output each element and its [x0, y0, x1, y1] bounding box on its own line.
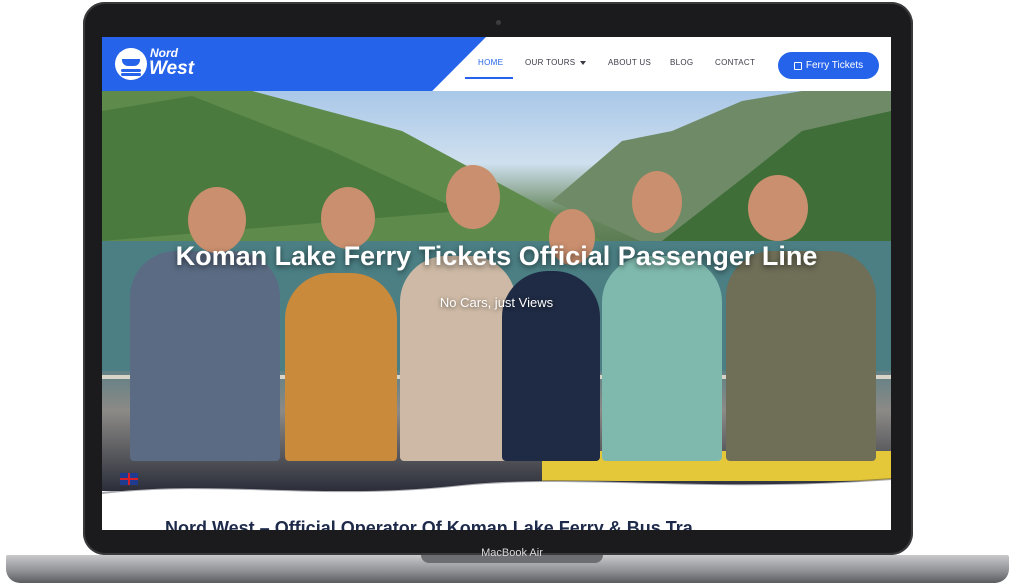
- person-head: [632, 171, 682, 233]
- person-figure: [602, 256, 722, 461]
- device-label: MacBook Air: [481, 547, 543, 559]
- camera-dot: [496, 20, 501, 25]
- nav-our-tours-label: OUR TOURS: [525, 58, 576, 67]
- person-figure: [130, 251, 280, 461]
- ferry-tickets-button[interactable]: Ferry Tickets: [778, 52, 879, 79]
- person-figure: [726, 251, 876, 461]
- hero-subtitle: No Cars, just Views: [439, 295, 554, 310]
- person-figure: [400, 256, 516, 461]
- nav-home[interactable]: HOME: [478, 58, 503, 67]
- hero-wave-divider: [102, 478, 891, 511]
- nav-active-indicator: [465, 77, 513, 79]
- nav-our-tours[interactable]: OUR TOURS: [525, 58, 587, 67]
- nav-blog[interactable]: BLOG: [670, 58, 693, 67]
- nav-about-us[interactable]: ABOUT US: [608, 58, 651, 67]
- chevron-down-icon: [580, 60, 587, 65]
- hero-banner: Koman Lake Ferry Tickets Official Passen…: [102, 91, 891, 491]
- ferry-tickets-label: Ferry Tickets: [805, 60, 864, 71]
- browser-screen: Nord West HOME OUR TOURS ABOUT US BLOG C…: [102, 37, 891, 530]
- calendar-icon: [793, 61, 802, 70]
- section-heading: Nord West – Official Operator Of Koman L…: [165, 518, 693, 530]
- hero-title: Koman Lake Ferry Tickets Official Passen…: [175, 241, 818, 271]
- nav-contact[interactable]: CONTACT: [715, 58, 755, 67]
- logo-icon[interactable]: [115, 48, 147, 80]
- uk-flag-icon[interactable]: [120, 473, 138, 485]
- person-head: [446, 165, 500, 229]
- person-head: [321, 187, 375, 249]
- person-head: [748, 175, 808, 241]
- logo-text-line2[interactable]: West: [149, 59, 194, 79]
